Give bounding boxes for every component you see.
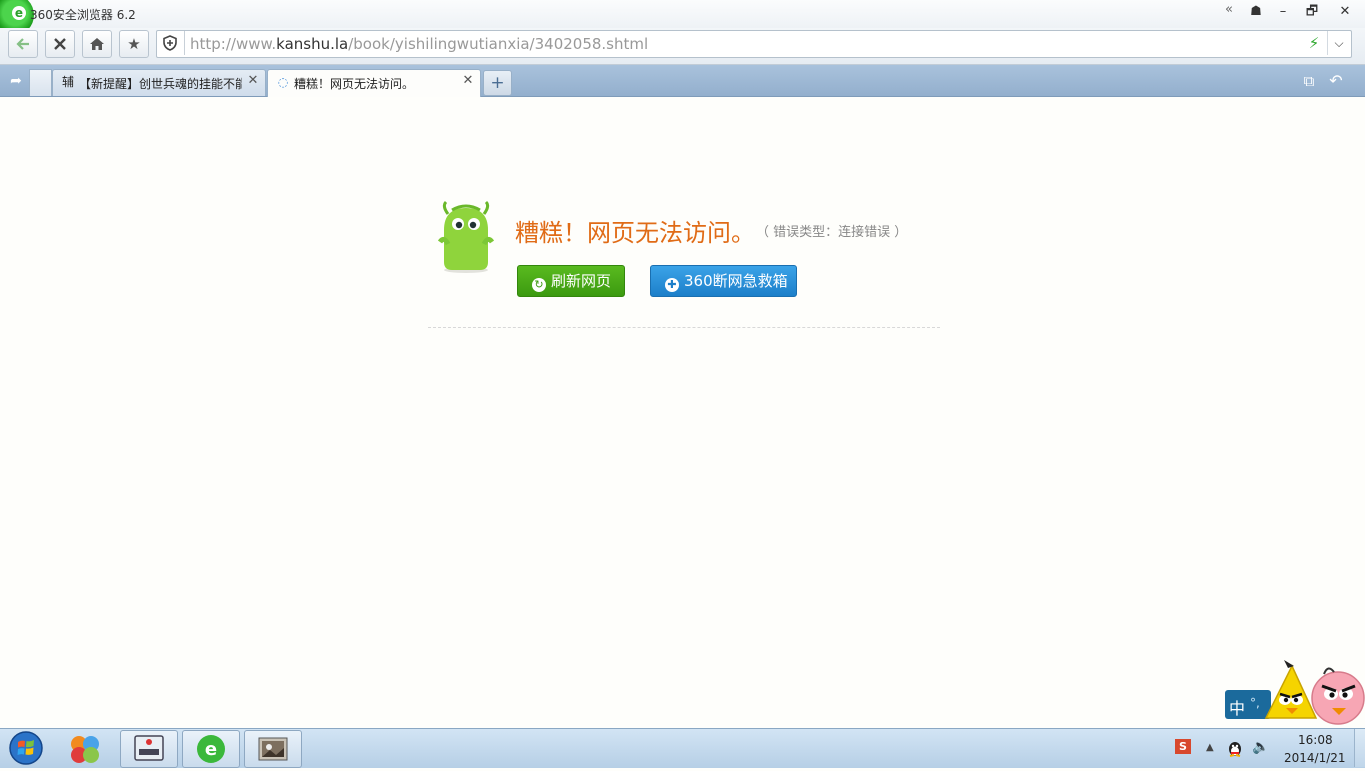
refresh-page-label: 刷新网页 (551, 272, 612, 290)
tab-close-icon[interactable]: ✕ (246, 73, 260, 89)
url-domain: kanshu.la (276, 35, 349, 53)
sidebar-toggle-icon[interactable]: ➦ (6, 72, 26, 90)
mascot-icon (438, 200, 494, 273)
clock-date[interactable]: 2014/1/21 (1284, 751, 1346, 765)
angry-birds-skin-icon (1264, 660, 1365, 725)
taskbar-app-360browser[interactable]: e (182, 730, 240, 768)
home-button[interactable] (82, 30, 112, 58)
undo-close-tab-icon[interactable]: ↶ (1326, 72, 1346, 90)
restore-button[interactable]: 🗗 (1299, 2, 1325, 22)
ime-chinese-mode[interactable]: 中 (1229, 695, 1245, 719)
browser-e-icon: e (12, 6, 26, 20)
browser-e-taskbar-icon: e (197, 735, 225, 763)
error-type-label: （ 错误类型：连接错误 ） (756, 225, 908, 240)
show-desktop-button[interactable] (1354, 729, 1365, 767)
favorites-button[interactable]: ★ (119, 30, 149, 58)
pinned-tab[interactable] (29, 69, 52, 96)
skin-button[interactable]: ☗ (1243, 2, 1269, 22)
svg-text:e: e (205, 739, 217, 760)
network-rescue-button[interactable]: ✚ 360断网急救箱 (650, 265, 797, 297)
collapse-icon[interactable]: « (1225, 2, 1233, 17)
windows-start-icon[interactable] (6, 729, 46, 767)
minimize-button[interactable]: – (1270, 2, 1296, 22)
taskbar-app-toolbox[interactable] (120, 730, 178, 768)
chevron-down-icon[interactable]: ⌵ (1327, 31, 1350, 55)
tab-close-icon[interactable]: ✕ (461, 73, 475, 89)
photo-viewer-icon (258, 737, 288, 761)
window-title: 360安全浏览器 6.2 (30, 8, 136, 22)
back-button[interactable] (8, 30, 38, 58)
tab-label: 糟糕！网页无法访问。 (294, 77, 415, 91)
new-tab-button[interactable]: + (483, 70, 512, 96)
shield-icon[interactable] (160, 33, 180, 53)
clock-time[interactable]: 16:08 (1298, 733, 1333, 747)
star-icon: ★ (127, 35, 141, 53)
tab-label: 【新提醒】创世兵魂的挂能不能 (79, 77, 242, 91)
favicon-icon: 辅 (61, 75, 74, 89)
back-arrow-icon (16, 38, 29, 50)
qq-penguin-icon[interactable] (1226, 739, 1244, 757)
loading-spinner-icon: ◌ (277, 75, 289, 89)
colorful-app-icon (71, 736, 99, 763)
refresh-icon: ↻ (532, 278, 546, 292)
stop-icon (54, 38, 66, 50)
network-rescue-label: 360断网急救箱 (684, 272, 788, 290)
dashed-divider (428, 327, 940, 328)
refresh-page-button[interactable]: ↻ 刷新网页 (517, 265, 625, 297)
show-hidden-icons-icon[interactable]: ▲ (1206, 742, 1214, 753)
close-window-button[interactable]: ✕ (1332, 2, 1358, 22)
url-text[interactable]: http://www.kanshu.la/book/yishilingwutia… (190, 35, 648, 53)
plus-cross-icon: ✚ (665, 278, 679, 292)
home-icon (90, 38, 104, 50)
title-bar (0, 0, 1365, 28)
taskbar-app-photo[interactable] (244, 730, 302, 768)
address-divider (184, 31, 185, 55)
volume-icon[interactable]: 🔈 (1252, 739, 1269, 755)
toolbox-icon (134, 735, 164, 761)
error-title: 糟糕！网页无法访问。 (515, 219, 755, 247)
stop-button[interactable] (45, 30, 75, 58)
speed-mode-icon[interactable]: ⚡ (1304, 33, 1324, 53)
restore-tabs-icon[interactable]: ⧉ (1299, 72, 1319, 90)
taskbar-app-game[interactable] (57, 730, 113, 766)
sogou-input-icon[interactable]: S (1175, 739, 1191, 754)
